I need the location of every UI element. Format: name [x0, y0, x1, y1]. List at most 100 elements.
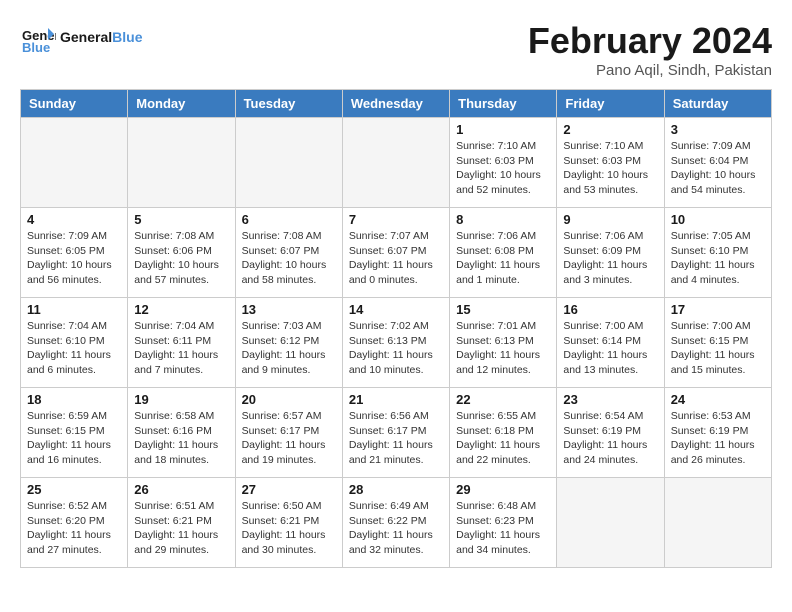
day-number: 11: [27, 302, 121, 317]
day-info: Sunrise: 6:56 AM Sunset: 6:17 PM Dayligh…: [349, 409, 443, 468]
day-info: Sunrise: 6:58 AM Sunset: 6:16 PM Dayligh…: [134, 409, 228, 468]
day-number: 13: [242, 302, 336, 317]
calendar-week-row: 25 Sunrise: 6:52 AM Sunset: 6:20 PM Dayli…: [21, 478, 772, 568]
day-number: 3: [671, 122, 765, 137]
day-info: Sunrise: 7:08 AM Sunset: 6:07 PM Dayligh…: [242, 229, 336, 288]
day-info: Sunrise: 7:02 AM Sunset: 6:13 PM Dayligh…: [349, 319, 443, 378]
location-title: Pano Aqil, Sindh, Pakistan: [528, 62, 772, 79]
day-info: Sunrise: 7:04 AM Sunset: 6:10 PM Dayligh…: [27, 319, 121, 378]
calendar-table: SundayMondayTuesdayWednesdayThursdayFrid…: [20, 89, 772, 568]
calendar-cell: 2 Sunrise: 7:10 AM Sunset: 6:03 PM Daylig…: [557, 118, 664, 208]
logo-general: General: [60, 29, 112, 45]
calendar-cell: 12 Sunrise: 7:04 AM Sunset: 6:11 PM Dayli…: [128, 298, 235, 388]
day-info: Sunrise: 7:10 AM Sunset: 6:03 PM Dayligh…: [563, 139, 657, 198]
day-info: Sunrise: 6:52 AM Sunset: 6:20 PM Dayligh…: [27, 499, 121, 558]
calendar-cell: 14 Sunrise: 7:02 AM Sunset: 6:13 PM Dayli…: [342, 298, 449, 388]
calendar-cell: 5 Sunrise: 7:08 AM Sunset: 6:06 PM Daylig…: [128, 208, 235, 298]
day-number: 22: [456, 392, 550, 407]
calendar-cell: 9 Sunrise: 7:06 AM Sunset: 6:09 PM Daylig…: [557, 208, 664, 298]
calendar-cell: 16 Sunrise: 7:00 AM Sunset: 6:14 PM Dayli…: [557, 298, 664, 388]
calendar-cell: 28 Sunrise: 6:49 AM Sunset: 6:22 PM Dayli…: [342, 478, 449, 568]
calendar-cell: 10Sunrise: 7:05 AM Sunset: 6:10 PM Dayli…: [664, 208, 771, 298]
calendar-cell: [342, 118, 449, 208]
day-info: Sunrise: 7:08 AM Sunset: 6:06 PM Dayligh…: [134, 229, 228, 288]
day-info: Sunrise: 6:48 AM Sunset: 6:23 PM Dayligh…: [456, 499, 550, 558]
calendar-week-row: 1Sunrise: 7:10 AM Sunset: 6:03 PM Daylig…: [21, 118, 772, 208]
logo: General Blue GeneralBlue: [20, 20, 142, 56]
svg-text:Blue: Blue: [22, 40, 50, 55]
day-number: 24: [671, 392, 765, 407]
day-info: Sunrise: 7:00 AM Sunset: 6:14 PM Dayligh…: [563, 319, 657, 378]
calendar-cell: 6 Sunrise: 7:08 AM Sunset: 6:07 PM Daylig…: [235, 208, 342, 298]
day-info: Sunrise: 6:50 AM Sunset: 6:21 PM Dayligh…: [242, 499, 336, 558]
day-info: Sunrise: 7:06 AM Sunset: 6:08 PM Dayligh…: [456, 229, 550, 288]
day-number: 9: [563, 212, 657, 227]
title-area: February 2024 Pano Aqil, Sindh, Pakistan: [528, 20, 772, 79]
logo-blue: Blue: [112, 29, 142, 45]
day-info: Sunrise: 7:00 AM Sunset: 6:15 PM Dayligh…: [671, 319, 765, 378]
day-info: Sunrise: 7:04 AM Sunset: 6:11 PM Dayligh…: [134, 319, 228, 378]
day-number: 4: [27, 212, 121, 227]
day-number: 18: [27, 392, 121, 407]
calendar-header-tuesday: Tuesday: [235, 90, 342, 118]
calendar-header-wednesday: Wednesday: [342, 90, 449, 118]
day-info: Sunrise: 7:06 AM Sunset: 6:09 PM Dayligh…: [563, 229, 657, 288]
calendar-cell: 29Sunrise: 6:48 AM Sunset: 6:23 PM Dayli…: [450, 478, 557, 568]
day-info: Sunrise: 7:03 AM Sunset: 6:12 PM Dayligh…: [242, 319, 336, 378]
day-info: Sunrise: 7:07 AM Sunset: 6:07 PM Dayligh…: [349, 229, 443, 288]
day-number: 16: [563, 302, 657, 317]
day-info: Sunrise: 7:09 AM Sunset: 6:04 PM Dayligh…: [671, 139, 765, 198]
day-number: 20: [242, 392, 336, 407]
day-info: Sunrise: 6:49 AM Sunset: 6:22 PM Dayligh…: [349, 499, 443, 558]
day-info: Sunrise: 6:59 AM Sunset: 6:15 PM Dayligh…: [27, 409, 121, 468]
calendar-header-monday: Monday: [128, 90, 235, 118]
calendar-week-row: 18 Sunrise: 6:59 AM Sunset: 6:15 PM Dayli…: [21, 388, 772, 478]
calendar-cell: 25 Sunrise: 6:52 AM Sunset: 6:20 PM Dayli…: [21, 478, 128, 568]
calendar-cell: 24 Sunrise: 6:53 AM Sunset: 6:19 PM Dayli…: [664, 388, 771, 478]
calendar-cell: [21, 118, 128, 208]
day-number: 23: [563, 392, 657, 407]
calendar-cell: [557, 478, 664, 568]
calendar-cell: 19Sunrise: 6:58 AM Sunset: 6:16 PM Dayli…: [128, 388, 235, 478]
day-number: 6: [242, 212, 336, 227]
calendar-cell: 22 Sunrise: 6:55 AM Sunset: 6:18 PM Dayli…: [450, 388, 557, 478]
calendar-cell: 17 Sunrise: 7:00 AM Sunset: 6:15 PM Dayli…: [664, 298, 771, 388]
day-number: 27: [242, 482, 336, 497]
day-number: 7: [349, 212, 443, 227]
day-number: 12: [134, 302, 228, 317]
calendar-cell: 11 Sunrise: 7:04 AM Sunset: 6:10 PM Dayli…: [21, 298, 128, 388]
calendar-week-row: 11 Sunrise: 7:04 AM Sunset: 6:10 PM Dayli…: [21, 298, 772, 388]
day-info: Sunrise: 6:57 AM Sunset: 6:17 PM Dayligh…: [242, 409, 336, 468]
day-number: 25: [27, 482, 121, 497]
calendar-cell: [235, 118, 342, 208]
day-number: 2: [563, 122, 657, 137]
calendar-cell: [664, 478, 771, 568]
calendar-cell: 3 Sunrise: 7:09 AM Sunset: 6:04 PM Daylig…: [664, 118, 771, 208]
logo-icon: General Blue: [20, 20, 56, 56]
day-number: 5: [134, 212, 228, 227]
calendar-header-thursday: Thursday: [450, 90, 557, 118]
day-info: Sunrise: 6:51 AM Sunset: 6:21 PM Dayligh…: [134, 499, 228, 558]
day-number: 17: [671, 302, 765, 317]
day-info: Sunrise: 6:55 AM Sunset: 6:18 PM Dayligh…: [456, 409, 550, 468]
calendar-cell: 1Sunrise: 7:10 AM Sunset: 6:03 PM Daylig…: [450, 118, 557, 208]
day-number: 21: [349, 392, 443, 407]
calendar-cell: 4 Sunrise: 7:09 AM Sunset: 6:05 PM Daylig…: [21, 208, 128, 298]
month-title: February 2024: [528, 20, 772, 62]
day-number: 8: [456, 212, 550, 227]
day-info: Sunrise: 6:53 AM Sunset: 6:19 PM Dayligh…: [671, 409, 765, 468]
calendar-cell: 13 Sunrise: 7:03 AM Sunset: 6:12 PM Dayli…: [235, 298, 342, 388]
day-number: 15: [456, 302, 550, 317]
calendar-cell: 20 Sunrise: 6:57 AM Sunset: 6:17 PM Dayli…: [235, 388, 342, 478]
day-number: 14: [349, 302, 443, 317]
calendar-header-friday: Friday: [557, 90, 664, 118]
calendar-cell: 15Sunrise: 7:01 AM Sunset: 6:13 PM Dayli…: [450, 298, 557, 388]
page-header: General Blue GeneralBlue February 2024 P…: [20, 20, 772, 79]
calendar-cell: 26Sunrise: 6:51 AM Sunset: 6:21 PM Dayli…: [128, 478, 235, 568]
calendar-cell: 18 Sunrise: 6:59 AM Sunset: 6:15 PM Dayli…: [21, 388, 128, 478]
day-info: Sunrise: 7:09 AM Sunset: 6:05 PM Dayligh…: [27, 229, 121, 288]
day-number: 28: [349, 482, 443, 497]
calendar-week-row: 4 Sunrise: 7:09 AM Sunset: 6:05 PM Daylig…: [21, 208, 772, 298]
calendar-cell: [128, 118, 235, 208]
day-number: 10: [671, 212, 765, 227]
